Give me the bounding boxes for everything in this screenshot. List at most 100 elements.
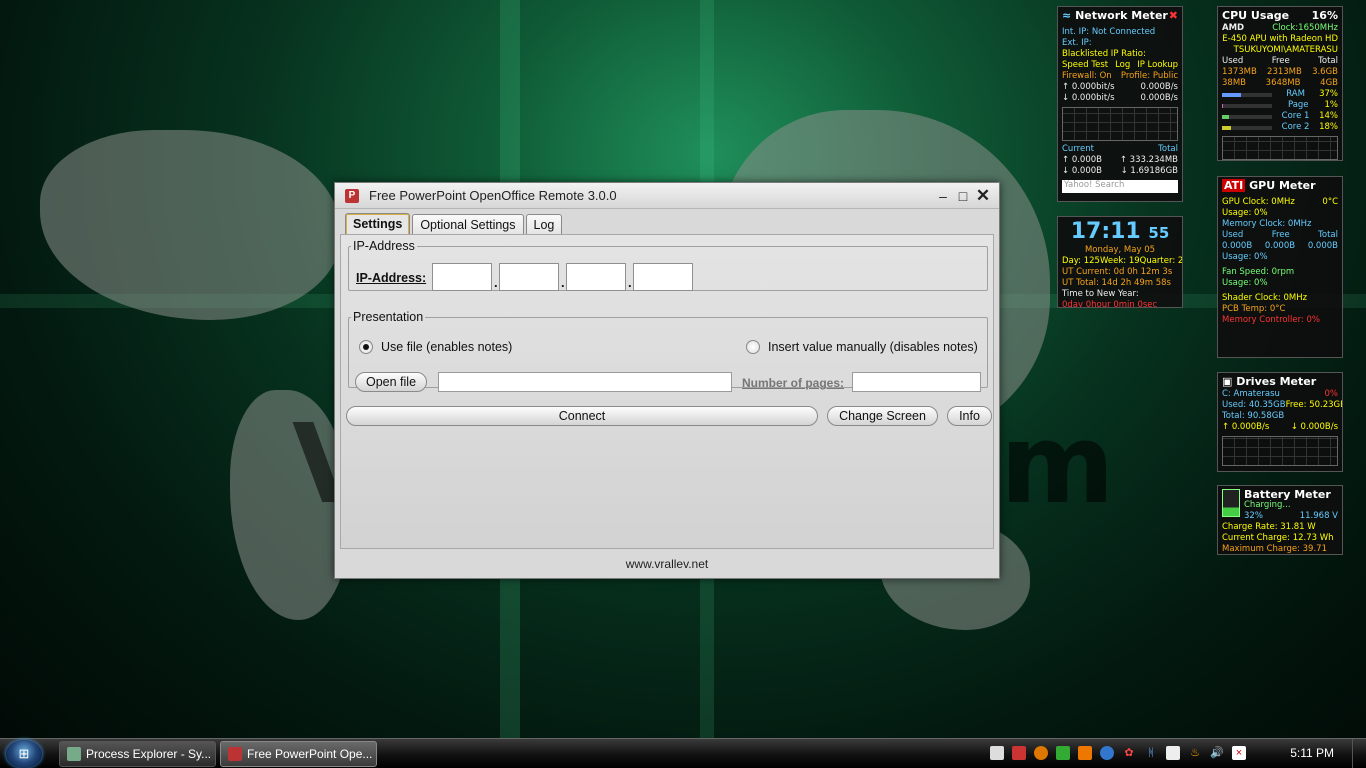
taskbar-clock[interactable]: 5:11 PM	[1290, 746, 1334, 760]
page-used: 38MB	[1222, 78, 1246, 88]
int-ip: Int. IP: Not Connected	[1062, 27, 1156, 37]
close-gadget-icon[interactable]: ✖	[1169, 10, 1178, 21]
change-screen-button[interactable]: Change Screen	[827, 406, 938, 426]
taskbar-item-powerpoint-remote[interactable]: Free PowerPoint Ope...	[220, 741, 377, 767]
mem-header-total: Total	[1318, 56, 1338, 66]
clock-date: Monday, May 05	[1084, 245, 1156, 255]
tray-window-icon[interactable]	[990, 746, 1004, 760]
usage-bar-label: Page	[1287, 100, 1309, 110]
desktop-watermark: m	[1000, 400, 1115, 528]
total-up: ↑ 333.234MB	[1119, 155, 1178, 165]
system-tray: ✿ ᚻ ♨ 🔊 ×	[990, 746, 1246, 760]
battery-status: Charging...	[1244, 500, 1291, 510]
tray-browser-icon[interactable]	[1034, 746, 1048, 760]
tray-device-icon[interactable]	[1166, 746, 1180, 760]
footer-link[interactable]: www.vrallev.net	[335, 550, 999, 578]
ip-lookup-link[interactable]: IP Lookup	[1137, 60, 1178, 71]
cpu-graph	[1222, 136, 1338, 160]
ip-address-group: IP-Address IP-Address: . . .	[348, 239, 988, 291]
fan-speed: Fan Speed: 0rpm	[1222, 267, 1295, 277]
clock-hours-minutes: 17:11	[1070, 219, 1141, 244]
drive-used: Used: 40.35GB	[1222, 400, 1286, 410]
uptime-total: UT Total: 14d 2h 49m 58s	[1062, 278, 1171, 288]
current-down: ↓ 0.000B	[1062, 166, 1102, 176]
wifi-icon: ≈	[1062, 9, 1072, 22]
close-button[interactable]: ✕	[973, 186, 993, 206]
use-file-radio-option[interactable]: Use file (enables notes)	[359, 340, 512, 354]
use-file-radio[interactable]	[359, 340, 373, 354]
usage-bar	[1222, 103, 1272, 108]
presentation-legend: Presentation	[353, 310, 424, 324]
speed-test-link[interactable]: Speed Test	[1062, 60, 1108, 71]
battery-voltage: 11.968 V	[1299, 511, 1338, 521]
window-titlebar[interactable]: P Free PowerPoint OpenOffice Remote 3.0.…	[335, 183, 999, 209]
ip-octet-1-input[interactable]	[432, 263, 492, 291]
bluetooth-icon[interactable]: ᚻ	[1144, 746, 1158, 760]
ip-dot: .	[628, 275, 632, 290]
start-button[interactable]: ⊞	[6, 740, 42, 768]
clock-seconds: 55	[1148, 224, 1170, 242]
manual-radio-option[interactable]: Insert value manually (disables notes)	[746, 340, 978, 354]
ext-ip: Ext. IP:	[1062, 38, 1092, 48]
ip-octet-2-input[interactable]	[499, 263, 559, 291]
clock-gadget: 17:11 55 Monday, May 05 Day: 125 Week: 1…	[1057, 216, 1183, 308]
day-of-year: Day: 125	[1062, 256, 1100, 266]
gpu-mem-free: 0.000B	[1264, 241, 1296, 251]
connect-button[interactable]: Connect	[346, 406, 818, 426]
maximize-button[interactable]: □	[953, 188, 973, 204]
quarter: Quarter: 2	[1139, 256, 1183, 266]
clock-time: 17:11 55	[1062, 220, 1178, 245]
tray-butterfly-icon[interactable]: ✿	[1122, 746, 1136, 760]
gpu-mem-total: 0.000B	[1307, 241, 1338, 251]
tray-flame-icon[interactable]: ♨	[1188, 746, 1202, 760]
gpu-mem-header-used: Used	[1222, 230, 1244, 240]
pcb-temp: PCB Temp: 0°C	[1222, 304, 1286, 314]
network-status-icon[interactable]: ×	[1232, 746, 1246, 760]
tray-network-icon[interactable]	[1100, 746, 1114, 760]
drive-total: Total: 90.58GB	[1222, 411, 1285, 421]
tab-optional-settings[interactable]: Optional Settings	[412, 214, 524, 236]
ip-octet-4-input[interactable]	[633, 263, 693, 291]
log-link[interactable]: Log	[1115, 60, 1130, 71]
host-name: TSUKUYOMI\AMATERASU	[1233, 45, 1338, 55]
fan-usage: Usage: 0%	[1222, 278, 1268, 288]
ram-free: 2313MB	[1267, 67, 1302, 77]
cpu-bars: RAM 37% Page 1% Core 1 14% Core 2 18%	[1222, 89, 1338, 133]
cpu-bar-row: Core 1 14%	[1222, 111, 1338, 122]
ip-octet-3-input[interactable]	[566, 263, 626, 291]
app-icon: P	[345, 188, 359, 203]
battery-icon	[1222, 489, 1240, 517]
window-title: Free PowerPoint OpenOffice Remote 3.0.0	[369, 188, 617, 203]
manual-radio[interactable]	[746, 340, 760, 354]
volume-icon[interactable]: 🔊	[1210, 746, 1224, 760]
gpu-usage: Usage: 0%	[1222, 208, 1268, 218]
mem-header-free: Free	[1271, 56, 1290, 66]
cpu-clock: Clock:1650MHz	[1272, 23, 1338, 33]
gpu-clock: GPU Clock: 0MHz	[1222, 197, 1295, 207]
tray-shield-icon[interactable]	[1012, 746, 1026, 760]
gpu-mem-used: 0.000B	[1222, 241, 1253, 251]
current-up: ↑ 0.000B	[1062, 155, 1102, 165]
info-button[interactable]: Info	[947, 406, 992, 426]
tray-app-icon[interactable]	[1078, 746, 1092, 760]
current-label: Current	[1062, 144, 1094, 154]
yahoo-search-input[interactable]: Yahoo! Search	[1062, 180, 1178, 193]
minimize-button[interactable]: –	[933, 188, 953, 204]
amd-logo: AMD	[1222, 23, 1245, 33]
battery-meter-gadget: Battery Meter Charging... 32% 11.968 V C…	[1217, 485, 1343, 555]
cpu-usage-title: CPU Usage	[1222, 9, 1290, 22]
file-path-field[interactable]	[438, 372, 732, 392]
open-file-button[interactable]: Open file	[355, 372, 427, 392]
tab-log[interactable]: Log	[525, 214, 563, 236]
tray-sync-icon[interactable]	[1056, 746, 1070, 760]
settings-panel: IP-Address IP-Address: . . . Presentatio…	[340, 234, 994, 549]
drives-meter-title: Drives Meter	[1236, 375, 1317, 388]
usage-bar-value: 37%	[1319, 89, 1338, 99]
app-window: P Free PowerPoint OpenOffice Remote 3.0.…	[334, 182, 1000, 579]
number-of-pages-field[interactable]	[852, 372, 981, 392]
show-desktop-button[interactable]	[1352, 739, 1366, 768]
uptime-current: UT Current: 0d 0h 12m 3s	[1062, 267, 1173, 277]
taskbar-item-process-explorer[interactable]: Process Explorer - Sy...	[59, 741, 216, 767]
number-of-pages-label: Number of pages:	[742, 376, 845, 390]
mem-header-used: Used	[1222, 56, 1244, 66]
